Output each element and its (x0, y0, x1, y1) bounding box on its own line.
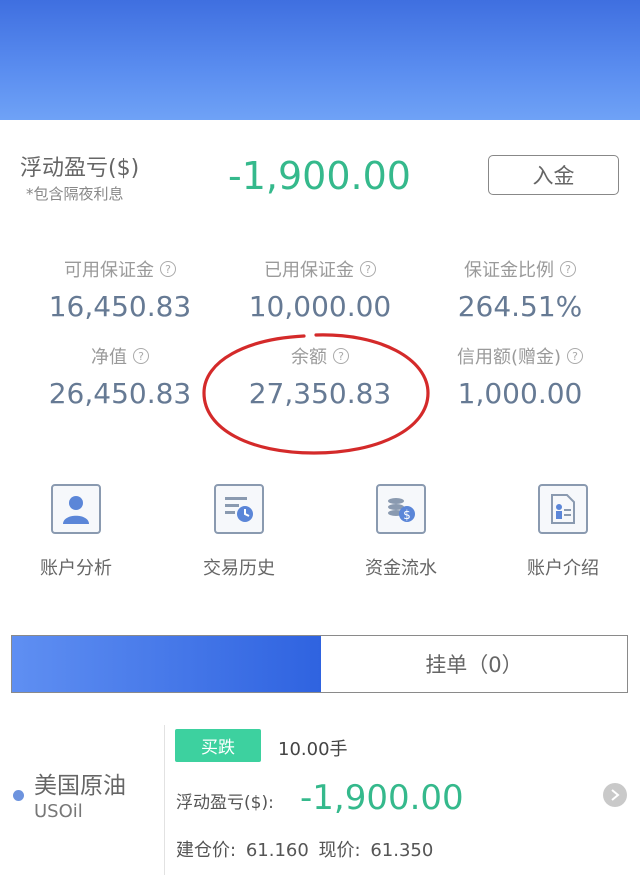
floating-pl-value: -1,900.00 (228, 154, 411, 198)
account-intro-button[interactable]: 账户介绍 (498, 484, 628, 580)
open-price-label: 建仓价: (176, 840, 237, 861)
stat-used-margin: 已用保证金? 10,000.00 (220, 256, 420, 323)
deposit-button[interactable]: 入金 (488, 155, 619, 195)
current-price-value: 61.350 (370, 840, 434, 861)
position-pl-label: 浮动盈亏($): (176, 793, 274, 813)
price-line: 建仓价: 61.160 现价: 61.350 (176, 836, 437, 862)
stat-label: 已用保证金 (264, 260, 354, 281)
open-price-value: 61.160 (245, 840, 309, 861)
stat-credit: 信用额(赠金)? 1,000.00 (420, 343, 620, 410)
product-name: 美国原油 (34, 773, 126, 799)
trade-history-button[interactable]: 交易历史 (174, 484, 304, 580)
stat-label: 净值 (91, 347, 127, 368)
position-row[interactable]: 美国原油 USOil 买跌 10.00手 浮动盈亏($): -1,900.00 … (0, 715, 640, 891)
stat-margin-ratio: 保证金比例? 264.51% (420, 256, 620, 323)
action-label: 账户介绍 (527, 558, 599, 579)
stat-value: 26,450.83 (48, 377, 192, 410)
floating-pl-note: *包含隔夜利息 (26, 185, 124, 203)
help-icon[interactable]: ? (160, 261, 176, 277)
annotation-circle (202, 333, 430, 455)
divider (164, 725, 165, 875)
current-price-label: 现价: (318, 840, 361, 861)
account-doc-icon (538, 484, 588, 534)
stat-value: 16,450.83 (48, 290, 192, 323)
floating-pl-label: 浮动盈亏($) (20, 156, 140, 181)
action-label: 账户分析 (40, 558, 112, 579)
help-icon[interactable]: ? (567, 348, 584, 364)
lots-value: 10.00手 (278, 739, 348, 760)
chevron-right-icon[interactable] (603, 783, 627, 807)
coins-dollar-icon: $ (376, 484, 426, 534)
product-code: USOil (34, 801, 83, 822)
stat-value: 264.51% (457, 290, 583, 323)
user-icon (51, 484, 101, 534)
bullet-dot-icon (13, 790, 24, 801)
action-label: 资金流水 (365, 558, 437, 579)
position-tabs: 挂单（0） (11, 635, 628, 693)
stat-label: 可用保证金 (64, 260, 154, 281)
header-bar (0, 0, 640, 120)
tab-positions[interactable] (12, 636, 321, 692)
svg-text:$: $ (403, 508, 411, 522)
stat-value: 10,000.00 (248, 290, 392, 323)
help-icon[interactable]: ? (360, 261, 376, 277)
help-icon[interactable]: ? (560, 261, 576, 277)
stat-available-margin: 可用保证金? 16,450.83 (20, 256, 220, 323)
stat-value: 1,000.00 (457, 377, 583, 410)
stat-label: 保证金比例 (464, 260, 554, 281)
history-clock-icon (214, 484, 264, 534)
account-analysis-button[interactable]: 账户分析 (11, 484, 141, 580)
position-pl-value: -1,900.00 (300, 778, 464, 818)
side-badge: 买跌 (175, 729, 261, 762)
stat-equity: 净值? 26,450.83 (20, 343, 220, 410)
tab-pending-orders[interactable]: 挂单（0） (321, 636, 627, 692)
help-icon[interactable]: ? (133, 348, 149, 364)
action-label: 交易历史 (203, 558, 275, 579)
fund-flow-button[interactable]: $ 资金流水 (336, 484, 466, 580)
stat-label: 信用额(赠金) (456, 347, 562, 368)
